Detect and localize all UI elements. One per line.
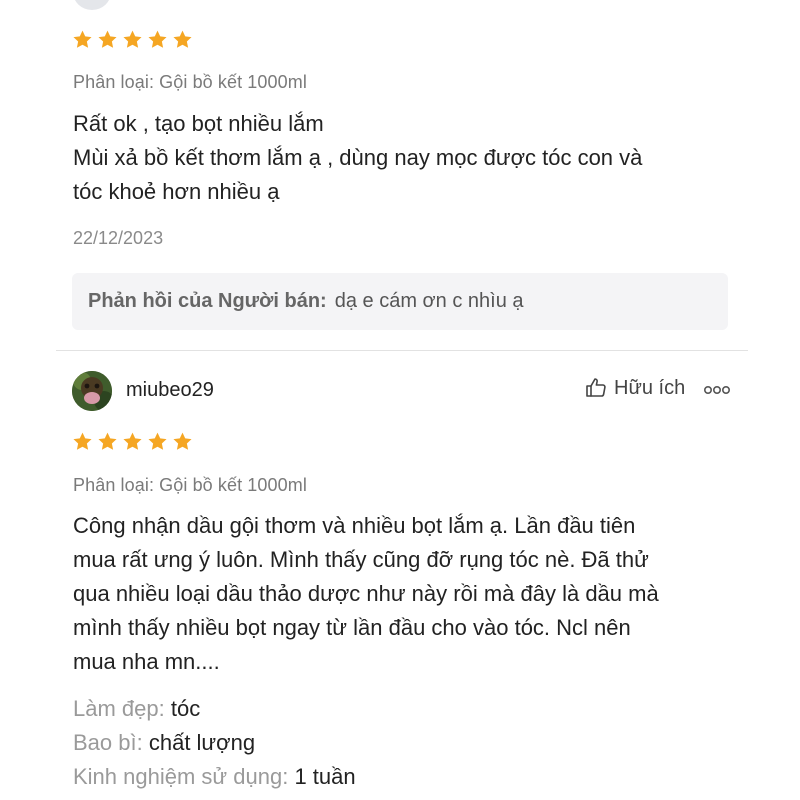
review-text-line: qua nhiều loại dầu thảo dược như này rồi… xyxy=(73,581,659,606)
star-icon xyxy=(97,431,118,452)
attribute-row: Làm đẹp: tóc xyxy=(73,692,356,726)
star-icon xyxy=(72,431,93,452)
review-attributes: Làm đẹp: tóc Bao bì: chất lượng Kinh ngh… xyxy=(73,692,356,794)
review-text-line: Rất ok , tạo bọt nhiều lắm xyxy=(73,111,324,136)
star-icon xyxy=(172,431,193,452)
attribute-key: Bao bì: xyxy=(73,730,143,755)
review-text-line: Mùi xả bồ kết thơm lắm ạ , dùng nay mọc … xyxy=(73,145,643,170)
helpful-button[interactable]: Hữu ích xyxy=(584,376,685,400)
review-text: Rất ok , tạo bọt nhiều lắm Mùi xả bồ kết… xyxy=(73,107,733,209)
star-icon xyxy=(172,29,193,50)
attribute-key: Kinh nghiệm sử dụng: xyxy=(73,764,289,789)
reviewer-username[interactable]: miubeo29 xyxy=(126,379,214,402)
review-date: 22/12/2023 xyxy=(73,228,164,248)
star-rating xyxy=(72,29,193,50)
star-icon xyxy=(97,29,118,50)
product-variant: Phân loại: Gội bồ kết 1000ml xyxy=(73,475,307,495)
star-icon xyxy=(147,29,168,50)
avatar xyxy=(73,0,111,10)
helpful-label: Hữu ích xyxy=(614,376,686,399)
attribute-key: Làm đẹp: xyxy=(73,696,165,721)
attribute-value: tóc xyxy=(170,696,201,721)
more-options-icon xyxy=(702,378,732,402)
more-options-button[interactable] xyxy=(702,378,732,402)
star-icon xyxy=(122,431,143,452)
seller-reply: Phản hồi của Người bán: dạ e cám ơn c nh… xyxy=(72,273,728,330)
star-rating xyxy=(72,431,193,452)
review-text-line: mình thấy nhiều bọt ngay từ lần đầu cho … xyxy=(73,615,631,640)
seller-reply-text: dạ e cám ơn c nhìu ạ xyxy=(334,290,524,312)
attribute-row: Kinh nghiệm sử dụng: 1 tuần xyxy=(73,760,356,794)
seller-reply-label: Phản hồi của Người bán: xyxy=(88,290,327,312)
review-text-line: mua rất ưng ý luôn. Mình thấy cũng đỡ rụ… xyxy=(73,547,649,572)
review-text-line: Công nhận dầu gội thơm và nhiều bọt lắm … xyxy=(73,513,636,538)
star-icon xyxy=(147,431,168,452)
reviewer-header: miubeo29 Hữu ích xyxy=(72,370,732,412)
attribute-value: 1 tuần xyxy=(294,764,356,789)
star-icon xyxy=(72,29,93,50)
attribute-value: chất lượng xyxy=(148,730,256,755)
star-icon xyxy=(122,29,143,50)
thumbs-up-icon xyxy=(584,376,608,400)
avatar[interactable] xyxy=(72,371,112,411)
attribute-row: Bao bì: chất lượng xyxy=(73,726,356,760)
product-variant: Phân loại: Gội bồ kết 1000ml xyxy=(73,72,307,92)
review-text-line: tóc khoẻ hơn nhiều ạ xyxy=(73,179,280,204)
review-text: Công nhận dầu gội thơm và nhiều bọt lắm … xyxy=(73,509,733,679)
review-text-line: mua nha mn.... xyxy=(73,649,220,674)
divider xyxy=(56,350,748,351)
